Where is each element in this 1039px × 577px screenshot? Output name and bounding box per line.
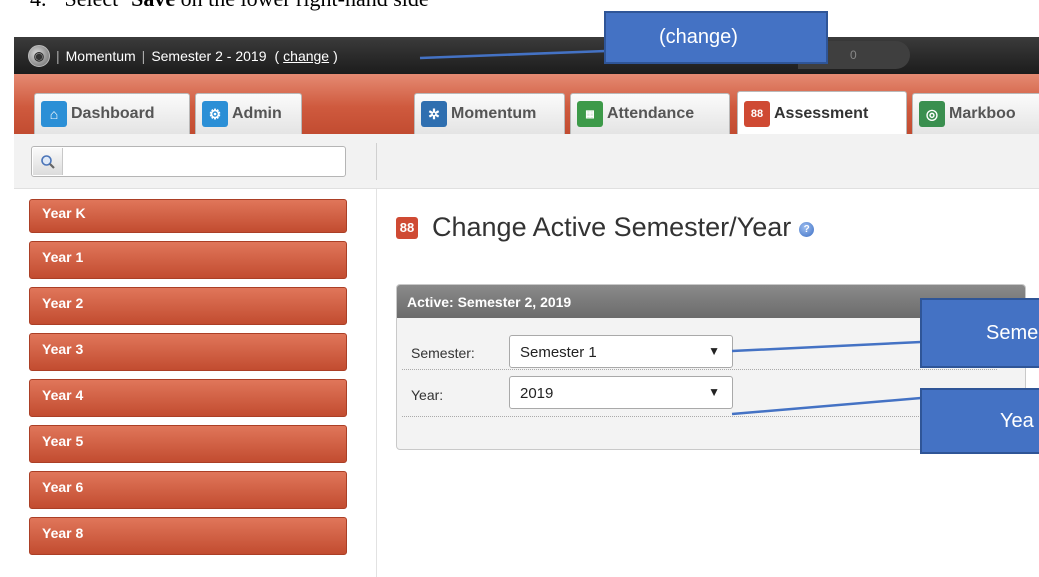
instruction-rest: on the lower right-hand side xyxy=(175,0,429,11)
search-icon[interactable] xyxy=(33,148,63,175)
sidebar-item-year-8[interactable]: Year 8 xyxy=(29,517,347,555)
tab-attendance[interactable]: ▦ Attendance xyxy=(570,93,730,134)
sidebar-item-year-6[interactable]: Year 6 xyxy=(29,471,347,509)
tab-markbook[interactable]: ◎ Markboo xyxy=(912,93,1039,134)
tab-admin[interactable]: ⚙ Admin xyxy=(195,93,302,134)
active-semester-label: Semester 2 - 2019 xyxy=(151,47,267,64)
assessment-icon: 88 xyxy=(396,216,418,239)
semester-selected-value: Semester 1 xyxy=(520,344,597,361)
assessment-icon: 88 xyxy=(744,100,770,127)
change-semester-link[interactable]: change xyxy=(283,48,329,64)
tab-dashboard[interactable]: ⌂ Dashboard xyxy=(34,93,190,134)
tab-label: Attendance xyxy=(607,105,695,122)
search-input[interactable] xyxy=(65,149,341,174)
semester-label: Semester: xyxy=(411,345,475,361)
column-divider xyxy=(376,189,377,577)
semester-select[interactable]: Semester 1 ▼ xyxy=(509,335,733,368)
search-row xyxy=(14,134,1039,189)
help-icon[interactable]: ? xyxy=(799,222,815,237)
tab-label: Markboo xyxy=(949,105,1016,122)
instruction-line: 4. Select ‘Save on the lower right-hand s… xyxy=(30,0,429,16)
year-sidebar: Year K Year 1 Year 2 Year 3 Year 4 Year … xyxy=(29,199,347,563)
change-callout: (change) xyxy=(604,11,828,64)
search-box xyxy=(31,146,346,177)
tab-label: Admin xyxy=(232,105,282,122)
separator: | xyxy=(56,47,60,64)
semester-row: Semester: Semester 1 ▼ xyxy=(397,324,997,370)
semester-callout-text: Seme xyxy=(986,321,1039,344)
top-bar: ◉ | Momentum | Semester 2 - 2019 ( chang… xyxy=(14,37,1039,74)
page-title: Change Active Semester/Year xyxy=(432,212,792,242)
dropdown-arrow-icon: ▼ xyxy=(708,344,720,358)
instruction-bold: ‘Save xyxy=(124,0,175,11)
dotted-separator xyxy=(402,416,997,417)
year-row: Year: 2019 ▼ xyxy=(397,371,997,417)
semester-callout: Seme xyxy=(920,298,1039,368)
tab-label: Assessment xyxy=(774,104,869,122)
sidebar-item-year-2[interactable]: Year 2 xyxy=(29,287,347,325)
change-callout-text: (change) xyxy=(659,26,738,48)
page-title-row: 88 Change Active Semester/Year ? xyxy=(396,212,815,243)
tab-assessment[interactable]: 88 Assessment xyxy=(737,91,907,135)
year-callout-text: Yea xyxy=(1000,409,1034,432)
sidebar-item-year-4[interactable]: Year 4 xyxy=(29,379,347,417)
app-name: Momentum xyxy=(65,47,136,64)
year-select[interactable]: 2019 ▼ xyxy=(509,376,733,409)
gears-icon: ⚙ xyxy=(202,101,228,127)
attendance-icon: ▦ xyxy=(577,101,603,127)
tab-momentum[interactable]: ✲ Momentum xyxy=(414,93,565,134)
divider xyxy=(376,143,377,180)
sidebar-item-year-3[interactable]: Year 3 xyxy=(29,333,347,371)
gear-icon: ✲ xyxy=(421,101,447,127)
markbook-icon: ◎ xyxy=(919,101,945,127)
sidebar-item-year-1[interactable]: Year 1 xyxy=(29,241,347,279)
home-icon: ⌂ xyxy=(41,101,67,127)
dotted-separator xyxy=(402,369,997,370)
notification-count: 0 xyxy=(850,48,857,62)
sidebar-item-year-k[interactable]: Year K xyxy=(29,199,347,233)
step-number: 4. xyxy=(30,0,47,11)
instruction-text: Select xyxy=(65,0,124,11)
sidebar-item-year-5[interactable]: Year 5 xyxy=(29,425,347,463)
tab-bar: ⌂ Dashboard ⚙ Admin ✲ Momentum ▦ Attenda… xyxy=(14,74,1039,135)
year-callout: Yea xyxy=(920,388,1039,454)
year-label: Year: xyxy=(411,387,444,403)
paren-open: ( xyxy=(274,47,280,64)
year-selected-value: 2019 xyxy=(520,385,554,402)
dropdown-arrow-icon: ▼ xyxy=(708,385,720,399)
paren-close: ) xyxy=(333,47,338,64)
tab-label: Momentum xyxy=(451,105,537,122)
separator: | xyxy=(141,47,146,64)
tab-label: Dashboard xyxy=(71,105,155,122)
momentum-logo-icon[interactable]: ◉ xyxy=(28,44,50,67)
